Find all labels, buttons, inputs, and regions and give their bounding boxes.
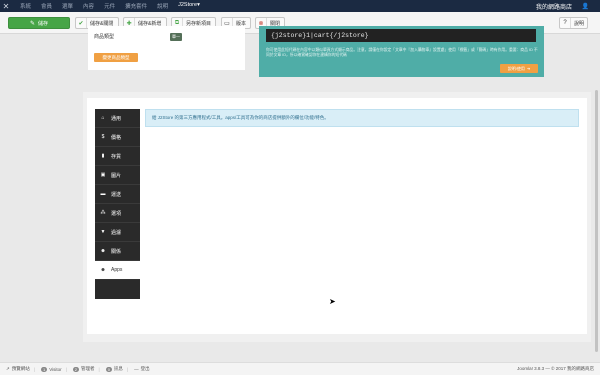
- change-product-type-button[interactable]: 變更商品類型: [94, 53, 138, 62]
- visitor-label: Visitor: [49, 366, 62, 372]
- top-navbar: ✕ 系統 會員 選單 內容 元件 擴充套件 說明 J2Store▾ 我的網路商店…: [0, 0, 600, 12]
- messages-count[interactable]: 0 訊息: [105, 366, 123, 372]
- help-button[interactable]: ? 說明: [559, 17, 588, 29]
- tab-label: 通用: [111, 115, 122, 122]
- shortcode-panel: {j2store}1|cart{/j2store} 你可使用此短代碼在內容中以類…: [259, 26, 544, 77]
- product-tabs-content: ⌂ 通用 $ 價格 ▮ 存貨 ▣ 圖片 ▬ 運送 ⁂ 選項 ▼ 過濾 ☻ 關係 ☻ Apps 給 …: [87, 98, 587, 334]
- copyright-text: Joomla! 3.8.3 — © 2017 我的網路商店: [517, 366, 594, 371]
- tab-label: 選項: [111, 210, 122, 217]
- howto-button[interactable]: 說明/使用 ➜: [500, 64, 538, 73]
- menu-components[interactable]: 元件: [99, 2, 120, 10]
- messages-label: 訊息: [113, 366, 123, 371]
- save-icon: ✎: [29, 20, 35, 27]
- menu-help[interactable]: 說明: [152, 2, 173, 10]
- divider: |: [65, 366, 67, 372]
- options-icon: ⁂: [100, 210, 106, 216]
- tab-label: Apps: [111, 267, 123, 273]
- joomla-logo-icon[interactable]: ✕: [0, 0, 12, 12]
- menu-users[interactable]: 會員: [36, 2, 57, 10]
- arrow-right-icon: ➜: [526, 66, 531, 71]
- page-scrollbar[interactable]: [595, 90, 598, 352]
- apps-info-message: 給 J2Store 的第三方應用程式/工具。apps/工具可為你的商店提供額外的…: [145, 109, 579, 127]
- help-label: 說明: [574, 20, 585, 27]
- site-link[interactable]: 我的網路商店: [536, 2, 572, 11]
- tab-relations[interactable]: ☻ 關係: [95, 242, 140, 261]
- divider: |: [126, 366, 129, 372]
- product-type-badge: 單一: [170, 33, 182, 41]
- home-icon: ⌂: [101, 115, 105, 121]
- mouse-cursor-icon: ➤: [329, 297, 336, 306]
- external-link-icon: ↗: [6, 366, 10, 371]
- tab-label: 過濾: [111, 229, 122, 236]
- question-icon: ?: [560, 18, 571, 28]
- product-type-label: 商品類型: [94, 34, 115, 40]
- menu-j2store[interactable]: J2Store▾: [173, 2, 205, 10]
- tab-general[interactable]: ⌂ 通用: [95, 109, 140, 128]
- menu-content[interactable]: 內容: [78, 2, 99, 10]
- tab-label: 關係: [111, 248, 122, 255]
- tab-options[interactable]: ⁂ 選項: [95, 204, 140, 223]
- check-icon: ✔: [76, 18, 87, 28]
- divider: |: [98, 366, 100, 372]
- product-tabs-panel: ⌂ 通用 $ 價格 ▮ 存貨 ▣ 圖片 ▬ 運送 ⁂ 選項 ▼ 過濾 ☻ 關係 ☻ Apps 給 …: [83, 92, 591, 342]
- tab-shipping[interactable]: ▬ 運送: [95, 185, 140, 204]
- tab-filters[interactable]: ▼ 過濾: [95, 223, 140, 242]
- tab-label: 存貨: [111, 153, 122, 160]
- tab-inventory[interactable]: ▮ 存貨: [95, 147, 140, 166]
- admin-count[interactable]: 2 管理者: [72, 366, 95, 372]
- tab-label: 價格: [111, 134, 122, 141]
- status-bar: ↗ 預覽網站 | 1 Visitor | 2 管理者 | 0 訊息 | — 登出 Joom…: [0, 362, 600, 375]
- menu-system[interactable]: 系統: [15, 2, 36, 10]
- user-icon[interactable]: 👤: [582, 3, 589, 10]
- tab-label: 圖片: [111, 172, 122, 179]
- main-menu: 系統 會員 選單 內容 元件 擴充套件 說明 J2Store▾: [15, 2, 205, 10]
- messages-badge: 0: [105, 366, 112, 372]
- menu-extensions[interactable]: 擴充套件: [120, 2, 152, 10]
- minus-icon: —: [134, 366, 139, 372]
- logout-label: 登出: [140, 366, 150, 371]
- relations-icon: ☻: [100, 248, 106, 254]
- tab-apps[interactable]: ☻ Apps: [95, 261, 140, 280]
- stock-icon: ▮: [101, 153, 105, 159]
- apps-icon: ☻: [100, 267, 106, 273]
- sidebar-tabs: ⌂ 通用 $ 價格 ▮ 存貨 ▣ 圖片 ▬ 運送 ⁂ 選項 ▼ 過濾 ☻ 關係 ☻ Apps: [95, 109, 140, 299]
- tab-label: 運送: [111, 191, 122, 198]
- save-button[interactable]: ✎ 儲存: [8, 17, 70, 29]
- howto-label: 說明/使用: [507, 65, 525, 71]
- filter-icon: ▼: [100, 229, 106, 235]
- visitor-badge: 1: [40, 366, 48, 372]
- admin-badge: 2: [72, 366, 80, 372]
- shortcode-help-text: 你可使用此短代碼在內容中以類似單頁方式顯示商品。注意，請僅在你設定「文章中『加入…: [266, 48, 538, 57]
- admin-label: 管理者: [81, 366, 95, 371]
- divider: |: [33, 366, 35, 372]
- visitor-count[interactable]: 1 Visitor: [40, 366, 62, 372]
- tab-price[interactable]: $ 價格: [95, 128, 140, 147]
- image-icon: ▣: [100, 172, 106, 178]
- logout-link[interactable]: — 登出: [134, 366, 150, 372]
- product-type-panel: 商品類型 單一 變更商品類型: [88, 26, 245, 70]
- save-label: 儲存: [38, 20, 49, 27]
- preview-label: 預覽網站: [11, 366, 30, 371]
- shortcode-text[interactable]: {j2store}1|cart{/j2store}: [266, 29, 536, 42]
- menu-menus[interactable]: 選單: [57, 2, 78, 10]
- preview-site-link[interactable]: ↗ 預覽網站: [6, 366, 30, 372]
- dollar-icon: $: [101, 134, 105, 140]
- truck-icon: ▬: [100, 191, 106, 197]
- tab-images[interactable]: ▣ 圖片: [95, 166, 140, 185]
